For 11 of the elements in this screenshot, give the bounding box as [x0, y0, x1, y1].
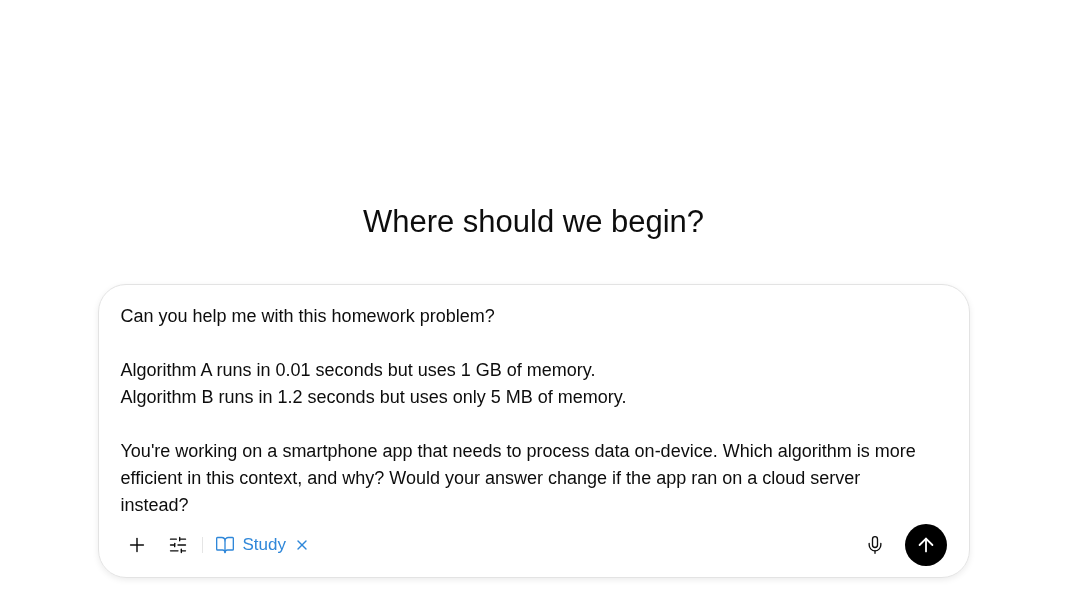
sliders-icon	[167, 535, 188, 555]
prompt-text: Algorithm B runs in 1.2 seconds but uses only 5 MB of memory.	[120, 386, 628, 409]
book-icon	[214, 535, 235, 555]
page-heading: Where should we begin?	[362, 203, 705, 241]
prompt-text: Can you help me with this homework problem?	[120, 305, 496, 328]
prompt-text: Algorithm A runs in 0.01 seconds but uses 1 GB of memory.	[120, 359, 597, 382]
message-composer[interactable]	[97, 284, 970, 578]
study-chip[interactable]: Study	[210, 532, 314, 558]
send-button[interactable]	[904, 524, 947, 566]
chip-label: Study	[242, 534, 286, 557]
prompt-text: You're working on a smartphone app that needs to process data on-device. Which algorithm is more efficient in this context, and why? Would your answer change if the app ran on a cloud server instead?	[120, 440, 917, 517]
